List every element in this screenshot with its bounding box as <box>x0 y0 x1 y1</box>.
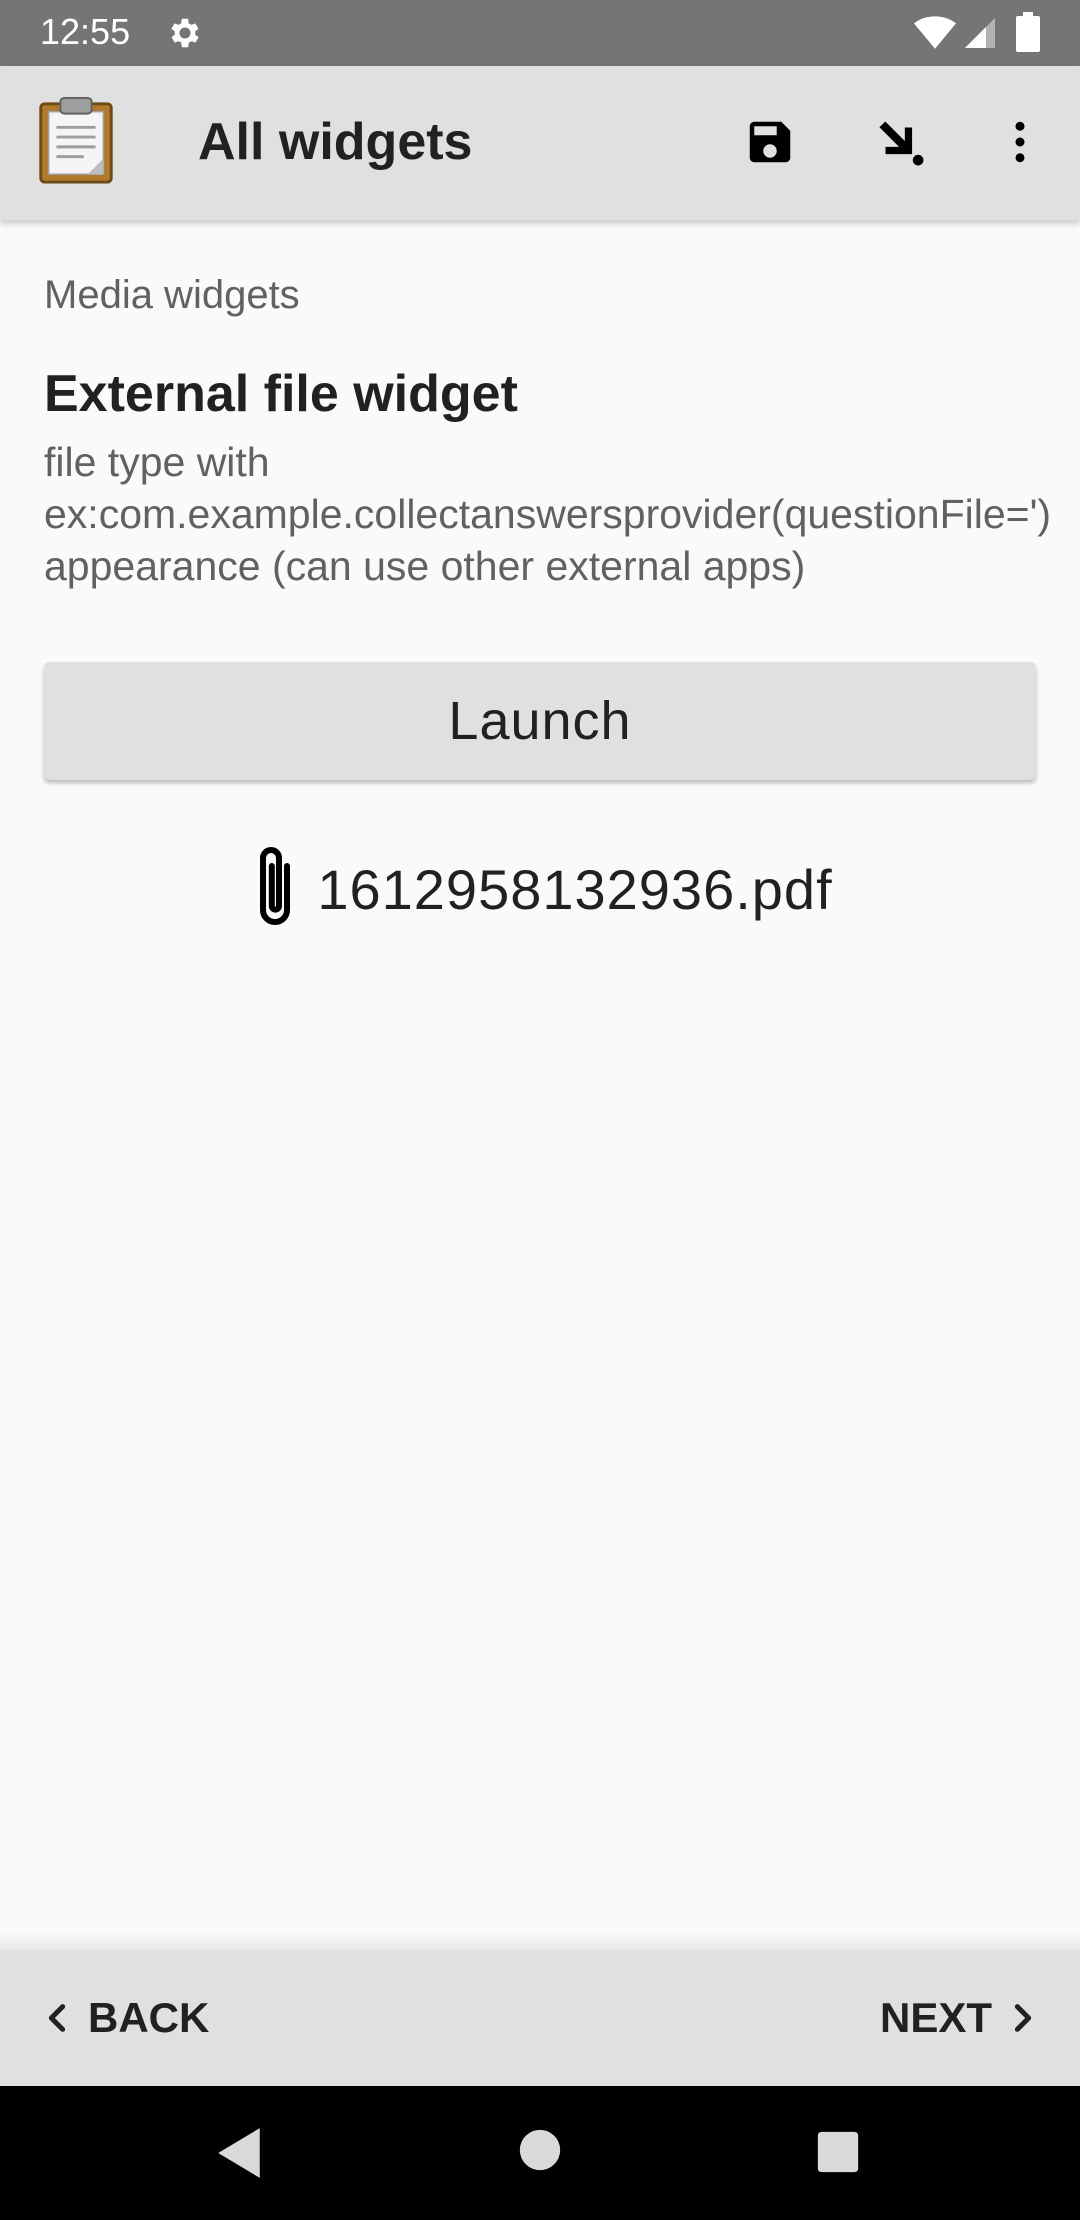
file-name: 1612958132936.pdf <box>317 858 833 921</box>
clipboard-icon <box>39 96 113 184</box>
signal-icon <box>965 18 995 48</box>
battery-icon <box>1016 12 1040 52</box>
question-hint: file type with ex:com.example.collectans… <box>44 439 1052 589</box>
home-circle-icon[interactable] <box>518 2128 562 2172</box>
status-time: 12:55 <box>40 11 131 52</box>
wifi-icon <box>914 16 956 49</box>
launch-button[interactable]: Launch <box>44 662 1036 780</box>
back-button[interactable]: BACK <box>40 1950 209 2086</box>
recents-square-icon[interactable] <box>816 2130 860 2174</box>
next-label: NEXT <box>879 1994 992 2041</box>
form-navigation: BACK NEXT <box>0 1950 1080 2086</box>
more-options-button[interactable] <box>988 110 1052 174</box>
chevron-left-icon <box>48 2004 66 2032</box>
more-vert-icon <box>1015 121 1025 163</box>
back-triangle-icon[interactable] <box>214 2126 264 2180</box>
save-button[interactable] <box>738 110 802 174</box>
attached-file[interactable]: 1612958132936.pdf <box>0 840 1080 940</box>
jump-to-button[interactable] <box>868 110 932 174</box>
back-label: BACK <box>88 1994 210 2041</box>
system-navigation-bar <box>0 2086 1080 2220</box>
app-toolbar: All widgets <box>0 66 1080 220</box>
nav-divider <box>0 1930 1080 1952</box>
chevron-right-icon <box>1014 2004 1032 2032</box>
question-title: External file widget <box>44 365 518 423</box>
next-button[interactable]: NEXT <box>880 1950 1040 2086</box>
paperclip-icon <box>260 847 291 925</box>
toolbar-title: All widgets <box>198 113 473 171</box>
gear-icon <box>171 18 199 48</box>
save-icon <box>749 121 791 163</box>
jump-arrow-icon <box>879 121 924 166</box>
group-label: Media widgets <box>44 273 300 317</box>
status-bar: 12:55 <box>0 0 1080 66</box>
